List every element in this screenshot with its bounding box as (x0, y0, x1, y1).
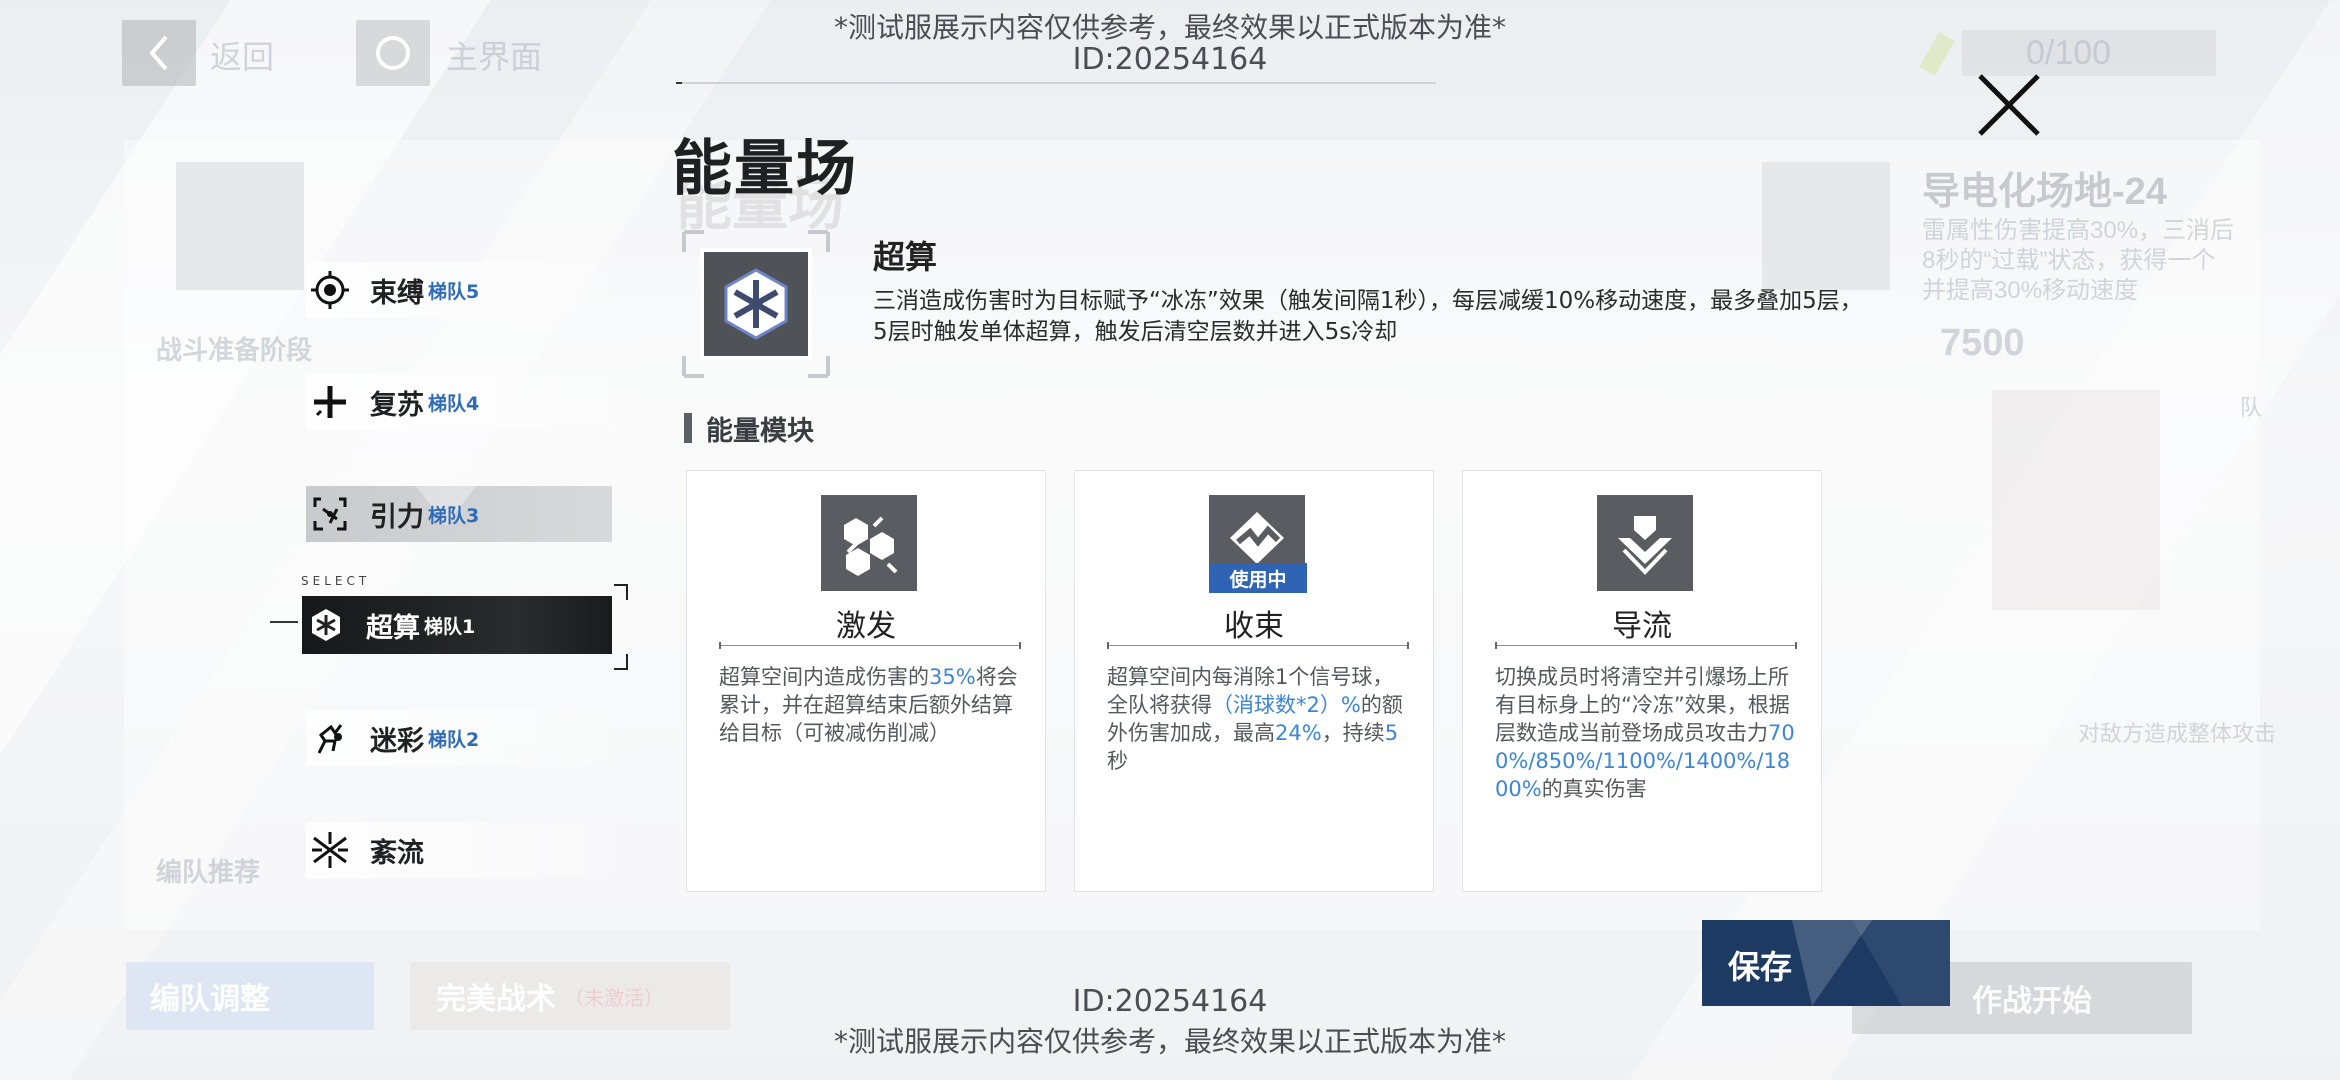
snowflake-hex-icon (306, 605, 346, 645)
side-item-yinli[interactable]: 引力 梯队3 (306, 486, 612, 542)
drain-down-icon (1597, 495, 1693, 591)
module-divider (1107, 642, 1409, 649)
side-item-label: 紊流 (370, 837, 424, 869)
side-item-label: 引力 (370, 501, 424, 533)
skill-description: 三消造成伤害时为目标赋予“冰冻”效果（触发间隔1秒），每层减缓10%移动速度，最… (873, 288, 1863, 345)
close-button[interactable] (1976, 72, 2042, 138)
side-item-shufu[interactable]: 束缚 梯队5 (306, 262, 612, 318)
select-pointer (270, 621, 298, 623)
target-icon (310, 270, 350, 310)
close-icon (1978, 74, 2040, 136)
plus-icon (310, 382, 350, 422)
module-card-shoushu[interactable]: 使用中 收束 超算空间内每消除1个信号球，全队将获得（消球数*2）%的额外伤害加… (1074, 470, 1434, 892)
select-label: SELECT (301, 574, 371, 588)
select-bracket-top (614, 584, 628, 600)
module-divider (1495, 642, 1797, 649)
turbulence-icon (310, 830, 350, 870)
side-item-team: 梯队1 (424, 615, 476, 638)
watermark-notice-bottom: *测试服展示内容仅供参考，最终效果以正式版本为准* (833, 1025, 1506, 1058)
side-item-team: 梯队2 (428, 728, 480, 751)
cube-burst-icon (821, 495, 917, 591)
title-divider (676, 82, 1436, 84)
module-divider (719, 642, 1021, 649)
module-name: 激发 (836, 609, 896, 644)
save-label: 保存 (1728, 948, 1793, 986)
side-item-team: 梯队5 (428, 280, 480, 303)
snowflake-hex-icon (724, 268, 788, 340)
side-item-label: 超算 (366, 612, 420, 644)
camo-icon (310, 718, 350, 758)
side-item-label: 复苏 (370, 389, 424, 421)
module-name: 收束 (1224, 609, 1284, 644)
side-item-chaosuan[interactable]: 超算 梯队1 (302, 596, 612, 654)
select-bracket-bottom (614, 654, 628, 670)
module-description: 切换成员时将清空并引爆场上所有目标身上的“冷冻”效果，根据层数造成当前登场成员攻… (1495, 665, 1795, 801)
watermark-notice-top: *测试服展示内容仅供参考，最终效果以正式版本为准* (833, 11, 1506, 44)
section-title: 能量模块 (684, 412, 814, 447)
skill-icon-frame (682, 230, 830, 378)
module-card-jifa[interactable]: 激发 超算空间内造成伤害的35%将会累计，并在超算结束后额外结算给目标（可被减伤… (686, 470, 1046, 892)
module-card-daoliu[interactable]: 导流 切换成员时将清空并引爆场上所有目标身上的“冷冻”效果，根据层数造成当前登场… (1462, 470, 1822, 892)
watermark-id-bottom: ID:20254164 (1072, 984, 1268, 1019)
side-item-label: 迷彩 (370, 725, 424, 757)
side-item-team: 梯队4 (428, 392, 480, 415)
module-description: 超算空间内造成伤害的35%将会累计，并在超算结束后额外结算给目标（可被减伤削减） (719, 665, 1018, 745)
side-item-wenliu[interactable]: 紊流 (306, 822, 612, 878)
gravity-icon (310, 494, 350, 534)
side-item-fusu[interactable]: 复苏 梯队4 (306, 374, 612, 430)
skill-name: 超算 (873, 238, 938, 276)
module-description: 超算空间内每消除1个信号球，全队将获得（消球数*2）%的额外伤害加成，最高24%… (1107, 665, 1403, 773)
section-title-label: 能量模块 (706, 415, 814, 447)
side-item-micai[interactable]: 迷彩 梯队2 (306, 710, 612, 766)
side-item-team: 梯队3 (428, 504, 480, 527)
side-item-label: 束缚 (370, 277, 424, 309)
save-button[interactable]: 保存 (1702, 920, 1950, 1006)
module-name: 导流 (1612, 609, 1672, 644)
in-use-badge: 使用中 (1209, 563, 1307, 593)
modal-title: 能量场 (672, 134, 858, 204)
